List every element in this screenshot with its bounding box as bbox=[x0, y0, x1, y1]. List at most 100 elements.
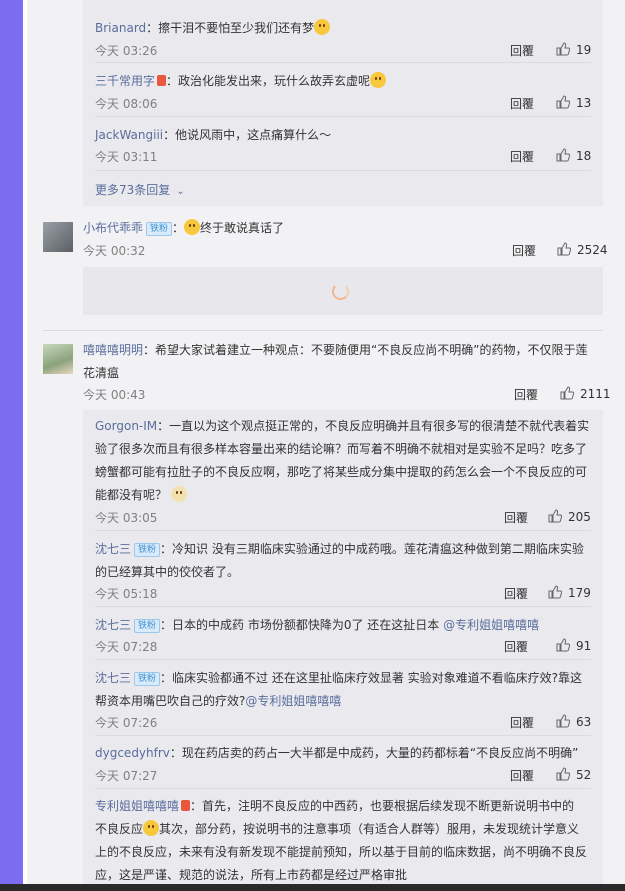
like-count: 91 bbox=[576, 639, 592, 653]
reply-button[interactable]: 回覆 bbox=[514, 388, 538, 402]
reply-text: 验了很多次而且有很多样本容量出来的结论嘛？而写着不明确不就相对是实验不足吗？吃多… bbox=[95, 442, 588, 456]
page-background-band bbox=[0, 0, 23, 891]
reply-username[interactable]: 沈七三 bbox=[95, 618, 131, 632]
smile-emoji-icon bbox=[184, 219, 201, 235]
reply-actions: 回覆 bbox=[510, 95, 534, 112]
reply-button[interactable]: 回覆 bbox=[504, 511, 528, 525]
reply-text-end: 帮资本用嘴巴吹自己的疗效?@专利姐姐嘻嘻嘻 bbox=[95, 692, 341, 709]
divider bbox=[95, 659, 591, 660]
avatar[interactable] bbox=[43, 344, 73, 374]
cake-emoji-icon bbox=[314, 19, 331, 35]
comment-username[interactable]: 小布代乖乖 bbox=[83, 221, 143, 235]
reply-text: 的已经算其中的佼佼者了。 bbox=[95, 565, 240, 579]
more-replies-label: 更多73条回复 bbox=[95, 183, 171, 197]
avatar[interactable] bbox=[43, 222, 73, 252]
reply-button[interactable]: 回覆 bbox=[510, 769, 534, 783]
reply-actions: 回覆 bbox=[504, 638, 528, 655]
comment-header: 嘻嘻嘻明明：希望大家试着建立一种观点：不要随便用“不良反应尚不明确”的药物，不仅… bbox=[83, 341, 603, 358]
like-button[interactable]: 91 bbox=[556, 638, 591, 653]
like-count: 2111 bbox=[580, 387, 611, 401]
like-count: 205 bbox=[568, 510, 591, 524]
reply-item: 沈七三 铁粉 ：日本的中成药 市场份额都快降为0了 还在这扯日本 @专利姐姐嘻嘻嘻 bbox=[95, 616, 595, 633]
taskbar-edge bbox=[0, 884, 625, 891]
reply-button[interactable]: 回覆 bbox=[510, 150, 534, 164]
like-count: 63 bbox=[576, 715, 592, 729]
reply-button[interactable]: 回覆 bbox=[510, 44, 534, 58]
reply-button[interactable]: 回覆 bbox=[510, 97, 534, 111]
chevron-down-icon: ⌄ bbox=[176, 186, 185, 197]
reply-text: ：现在药店卖的药占一大半都是中成药，大量的药都标着“不良反应尚不明确” bbox=[169, 746, 579, 760]
mention-link[interactable]: @专利姐姐嘻嘻嘻 bbox=[443, 618, 539, 632]
loading-spinner-icon bbox=[332, 283, 349, 300]
like-button[interactable]: 179 bbox=[548, 585, 591, 600]
reply-username[interactable]: 沈七三 bbox=[95, 542, 131, 556]
reply-button[interactable]: 回覆 bbox=[510, 716, 534, 730]
reply-item: Brianard：擦干泪不要怕至少我们还有梦 bbox=[95, 19, 595, 36]
comment-text: ：希望大家试着建立一种观点：不要随便用“不良反应尚不明确”的药物，不仅限于莲 bbox=[143, 343, 588, 357]
comment-text: 终于敢说真话了 bbox=[200, 221, 285, 235]
divider bbox=[95, 116, 591, 117]
reply-time: 今天 03:11 bbox=[95, 150, 158, 164]
fan-badge: 铁粉 bbox=[134, 619, 161, 633]
divider bbox=[95, 606, 591, 607]
like-button[interactable]: 19 bbox=[556, 42, 591, 57]
reply-item: 专利姐姐嘻嘻嘻 ：首先，注明不良反应的中西药，也要根据后续发现不断更新说明书中的 bbox=[95, 797, 595, 814]
like-button[interactable]: 13 bbox=[556, 95, 591, 110]
like-button[interactable]: 18 bbox=[556, 148, 591, 163]
reply-text: 其次，部分药，按说明书的注意事项（有适合人群等）服用，未发现统计学意义 bbox=[159, 822, 580, 836]
reply-button[interactable]: 回覆 bbox=[504, 587, 528, 601]
divider bbox=[43, 330, 603, 331]
reply-time: 今天 07:27 bbox=[95, 769, 158, 783]
more-replies-link[interactable]: 更多73条回复 ⌄ bbox=[95, 181, 185, 198]
like-button[interactable]: 63 bbox=[556, 714, 591, 729]
reply-text: 上的不良反应，未来有没有新发现不能提前预知，所以基于目前的临床数据，尚不明确不良… bbox=[95, 845, 588, 859]
like-button[interactable]: 2524 bbox=[557, 242, 608, 257]
reply-username[interactable]: Brianard bbox=[95, 21, 146, 35]
reply-text: 应，这是严谨、规范的说法，所有上市药都是经过严格审批 bbox=[95, 868, 408, 882]
like-count: 18 bbox=[576, 149, 592, 163]
reply-time: 今天 03:05 bbox=[95, 511, 158, 525]
divider bbox=[95, 735, 591, 736]
reply-actions: 回覆 bbox=[510, 714, 534, 731]
reply-text: ：政治化能发出来，玩什么故弄玄虚呢 bbox=[166, 74, 371, 88]
reply-time: 今天 07:26 bbox=[95, 716, 158, 730]
divider bbox=[95, 530, 591, 531]
medal-icon bbox=[181, 800, 191, 811]
reply-button[interactable]: 回覆 bbox=[504, 640, 528, 654]
comment-actions: 回覆 bbox=[514, 386, 538, 403]
like-button[interactable]: 2111 bbox=[560, 386, 611, 401]
thumbs-up-icon bbox=[560, 386, 574, 400]
thumbs-up-icon bbox=[556, 714, 570, 728]
like-button[interactable]: 205 bbox=[548, 509, 591, 524]
reply-username[interactable]: Gorgon-IM bbox=[95, 419, 157, 433]
thumbs-up-icon bbox=[556, 95, 570, 109]
thumbs-up-icon bbox=[556, 148, 570, 162]
like-count: 2524 bbox=[577, 243, 608, 257]
reply-actions: 回覆 bbox=[504, 509, 528, 526]
comment-actions: 回覆 bbox=[512, 242, 536, 259]
comment-username[interactable]: 嘻嘻嘻明明 bbox=[83, 343, 143, 357]
reply-text: ：擦干泪不要怕至少我们还有梦 bbox=[146, 21, 315, 35]
comment-text-line2: 花清瘟 bbox=[83, 366, 120, 380]
reply-username[interactable]: 专利姐姐嘻嘻嘻 bbox=[95, 799, 179, 813]
reply-username[interactable]: 三千常用字 bbox=[95, 74, 155, 88]
reply-text: 螃蟹都可能有拉肚子的不良反应啊，那吃了将某些成分集中提取的药怎么会一个不良反应的… bbox=[95, 465, 588, 479]
reply-item: 三千常用字 ：政治化能发出来，玩什么故弄玄虚呢 bbox=[95, 72, 595, 89]
thumbs-up-icon bbox=[557, 242, 571, 256]
like-button[interactable]: 52 bbox=[556, 767, 591, 782]
like-count: 52 bbox=[576, 768, 592, 782]
fan-badge: 铁粉 bbox=[146, 222, 173, 236]
reply-text: ：临床实验都通不过 还在这里扯临床疗效显著 实验对象难道不看临床疗效?靠这 bbox=[160, 671, 583, 685]
comment-time: 今天 00:32 bbox=[83, 244, 146, 258]
divider bbox=[95, 788, 591, 789]
divider bbox=[95, 62, 591, 63]
reply-text: ：一直以为这个观点挺正常的，不良反应明确并且有很多写的很清楚不就代表着实 bbox=[157, 419, 590, 433]
mention-link[interactable]: @专利姐姐嘻嘻嘻 bbox=[245, 694, 341, 708]
like-count: 13 bbox=[576, 96, 592, 110]
reply-time: 今天 05:18 bbox=[95, 587, 158, 601]
reply-username[interactable]: 沈七三 bbox=[95, 671, 131, 685]
reply-time: 今天 07:28 bbox=[95, 640, 158, 654]
reply-button[interactable]: 回覆 bbox=[512, 244, 536, 258]
reply-username[interactable]: dygcedyhfrv bbox=[95, 746, 170, 760]
reply-username[interactable]: JackWangiii bbox=[95, 128, 163, 142]
